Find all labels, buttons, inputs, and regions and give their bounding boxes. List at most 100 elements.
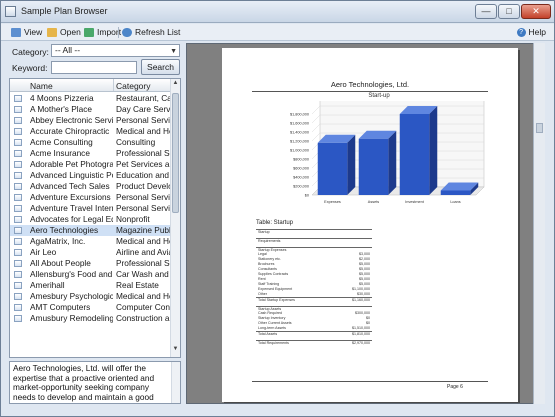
list-item[interactable]: All About People Professional Serv	[10, 258, 170, 269]
list-item[interactable]: Advanced Tech Sales Product Develop	[10, 181, 170, 192]
scrollbar-thumb[interactable]	[172, 93, 179, 213]
keyword-label: Keyword:	[12, 63, 48, 73]
list-item-category: Product Develop	[116, 181, 170, 191]
list-item[interactable]: Adorable Pet PhotographyPet Services and	[10, 159, 170, 170]
list-item[interactable]: Air Leo Airline and Aviat	[10, 247, 170, 258]
document-icon	[14, 260, 22, 267]
list-item[interactable]: Abbey Electronic ServicesPersonal Servic…	[10, 115, 170, 126]
preview-scrollbar-thumb[interactable]	[536, 123, 543, 133]
description-scrollbar[interactable]	[171, 362, 180, 403]
search-button[interactable]: Search	[141, 59, 180, 75]
list-item[interactable]: Acme Consulting Consulting	[10, 137, 170, 148]
document-icon	[14, 183, 22, 190]
list-item[interactable]: Accurate Chiropractic Medical and Hea	[10, 126, 170, 137]
keyword-input[interactable]	[51, 61, 137, 74]
status-bar	[1, 406, 554, 416]
toolbar-separator	[118, 27, 119, 38]
list-item-name: AgaMatrix, Inc.	[30, 236, 86, 246]
plan-list: Name Category 4 Moons Pizzeria Restaurant…	[9, 78, 181, 358]
list-item[interactable]: Amerihall Real Estate	[10, 280, 170, 291]
list-item[interactable]: Adventure Travel Interna...Personal Serv…	[10, 203, 170, 214]
list-item-category: Medical and Hea	[116, 291, 170, 301]
bar-side	[347, 134, 356, 195]
list-item[interactable]: Adventure Excursions Un...Personal Servi…	[10, 192, 170, 203]
chart-gridline	[311, 123, 321, 133]
list-item-name: AMT Computers	[30, 302, 91, 312]
table-title: Table: Startup	[256, 220, 294, 226]
bar	[399, 114, 430, 195]
chart-plot: $0 $200,000 $400,000 $600,000 $800,000 $1,000…	[290, 101, 485, 204]
category-value: -- All --	[55, 45, 81, 55]
chart-title: Start-up	[368, 93, 390, 99]
title-rule	[252, 91, 488, 92]
scroll-down-icon[interactable]: ▼	[171, 346, 180, 356]
y-tick-label: $1,400,000	[290, 131, 309, 135]
list-item-name: All About People	[30, 258, 91, 268]
list-item[interactable]: Amusbury RemodelingConstruction and	[10, 313, 170, 324]
view-button[interactable]: View	[11, 26, 42, 39]
y-tick-label: $1,200,000	[290, 140, 309, 144]
chart-gridline	[311, 132, 321, 142]
column-header-name[interactable]: Name	[30, 81, 53, 91]
document-icon	[14, 150, 22, 157]
minimize-button[interactable]: —	[475, 4, 497, 19]
list-item-name: Air Leo	[30, 247, 57, 257]
x-tick-label: Investment	[405, 200, 425, 204]
y-tick-label: $1,800,000	[290, 113, 309, 117]
document-icon	[14, 227, 22, 234]
list-item[interactable]: Aero Technologies Magazine Publis	[10, 225, 170, 236]
list-item[interactable]: Advanced Linguistic Pon...Education and …	[10, 170, 170, 181]
app-icon	[5, 6, 16, 17]
open-button[interactable]: Open	[47, 26, 81, 39]
document-icon	[14, 117, 22, 124]
column-divider	[113, 79, 114, 91]
column-header-category[interactable]: Category	[116, 81, 151, 91]
list-item-name: Acme Insurance	[30, 148, 90, 158]
help-icon: ?	[516, 28, 526, 37]
list-item-category: Education and Tr	[116, 170, 170, 180]
list-item[interactable]: Amesbury Psychological...Medical and Hea	[10, 291, 170, 302]
list-item-name: A Mother's Place	[30, 104, 92, 114]
document-icon	[14, 139, 22, 146]
description-text: Aero Technologies, Ltd. will offer the e…	[13, 363, 158, 403]
list-item-name: Adventure Travel Interna...	[30, 203, 113, 213]
list-item-name: Accurate Chiropractic	[30, 126, 110, 136]
list-item-name: Allensburg's Food and Ga	[30, 269, 113, 279]
list-scrollbar[interactable]: ▲ ▼	[170, 79, 180, 357]
list-item[interactable]: Acme Insurance Professional Serv	[10, 148, 170, 159]
bar	[317, 142, 348, 195]
list-item[interactable]: Advocates for Legal Equ...Nonprofit	[10, 214, 170, 225]
document-icon	[14, 216, 22, 223]
list-item-category: Professional Serv	[116, 148, 170, 158]
list-item-name: 4 Moons Pizzeria	[30, 93, 94, 103]
category-select[interactable]: -- All -- ▼	[51, 44, 180, 57]
page-number: Page 6	[447, 384, 463, 390]
y-tick-label: $1,000,000	[290, 149, 309, 153]
document-icon	[14, 271, 22, 278]
scroll-up-icon[interactable]: ▲	[171, 80, 180, 90]
list-item-name: Acme Consulting	[30, 137, 93, 147]
document-icon	[14, 205, 22, 212]
category-label: Category:	[12, 47, 49, 57]
bar-side	[388, 130, 397, 195]
maximize-button[interactable]: □	[498, 4, 520, 19]
list-item[interactable]: 4 Moons Pizzeria Restaurant, Cafe	[10, 93, 170, 104]
refresh-list-button[interactable]: Refresh List	[122, 26, 180, 39]
help-button[interactable]: ? Help	[516, 26, 546, 39]
document-icon	[14, 161, 22, 168]
list-item-category: Pet Services and	[116, 159, 170, 169]
list-item[interactable]: A Mother's Place Day Care Service	[10, 104, 170, 115]
list-item[interactable]: AMT Computers Computer Consu	[10, 302, 170, 313]
list-item-name: Amerihall	[30, 280, 65, 290]
close-button[interactable]: ✕	[521, 4, 551, 19]
import-button[interactable]: Import	[84, 26, 121, 39]
table-cell-value: $2,970,000	[352, 341, 370, 345]
document-page: Aero Technologies, Ltd. Start-up $0 $200,…	[222, 48, 518, 402]
document-icon	[14, 293, 22, 300]
list-item[interactable]: Allensburg's Food and GaCar Wash and Au	[10, 269, 170, 280]
list-item-category: Magazine Publis	[116, 225, 170, 235]
preview-scrollbar[interactable]	[533, 43, 545, 404]
startup-chart: Start-up $0 $200,000 $400,000 $600,000 $800,…	[264, 93, 494, 218]
list-item-name: Amusbury Remodeling	[30, 313, 113, 323]
list-item[interactable]: AgaMatrix, Inc. Medical and Hea	[10, 236, 170, 247]
